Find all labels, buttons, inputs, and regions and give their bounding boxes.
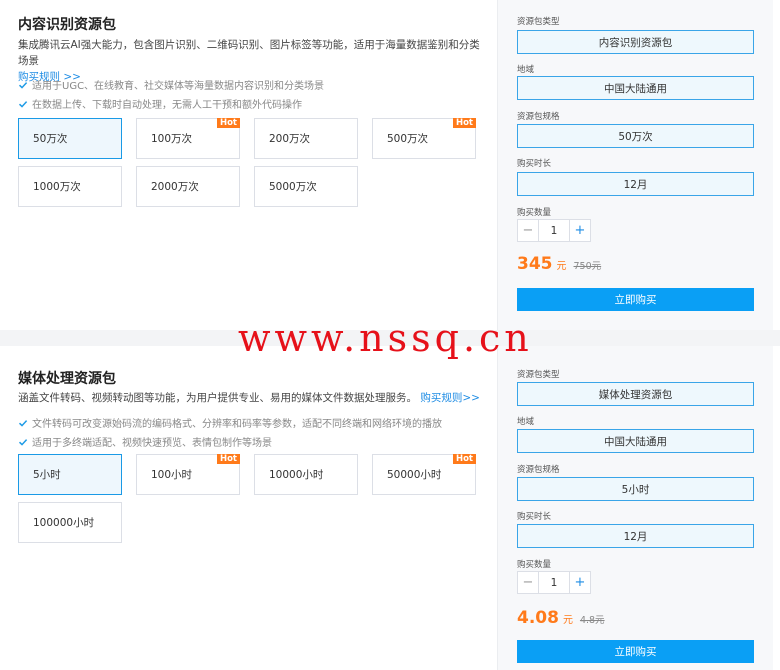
quantity-value[interactable]: 1 [539,220,569,241]
quantity-label: 购买数量 [517,560,552,570]
decrement-button[interactable]: − [518,220,539,241]
duration-label: 购买时长 [517,159,552,169]
spec-option[interactable]: 1000万次 [18,166,122,207]
package-info: 内容识别资源包 集成腾讯云AI强大能力，包含图片识别、二维码识别、图片标签等功能… [0,0,497,330]
original-price: 750元 [573,261,602,272]
quantity-stepper: − 1 + [517,571,591,594]
duration-label: 购买时长 [517,512,552,522]
original-price: 4.8元 [579,615,605,626]
spec-option[interactable]: 10000小时 [254,454,358,495]
region-label: 地域 [517,417,535,427]
price-value: 4.08 [517,608,559,628]
purchase-panel: 资源包类型 内容识别资源包 地域 中国大陆通用 资源包规格 50万次 购买时长 … [497,0,773,330]
purchase-panel: 资源包类型 媒体处理资源包 地域 中国大陆通用 资源包规格 5小时 购买时长 1… [497,346,773,670]
quantity-label: 购买数量 [517,208,552,218]
check-icon [18,419,28,427]
feature-item: 文件转码可改变源始码流的编码格式、分辨率和码率等参数，适配不同终端和网络环境的播… [18,415,442,430]
package-title: 媒体处理资源包 [18,371,116,387]
price-unit: 元 [556,261,567,272]
quantity-value[interactable]: 1 [539,572,569,593]
type-label: 资源包类型 [517,17,560,27]
package-content-recognition: 内容识别资源包 集成腾讯云AI强大能力，包含图片识别、二维码识别、图片标签等功能… [0,0,780,330]
spec-option[interactable]: 50000小时 Hot [372,454,476,495]
spec-label: 资源包规格 [517,465,560,475]
spec-select[interactable]: 50万次 [517,124,754,148]
spec-option[interactable]: 5000万次 [254,166,358,207]
spec-option[interactable]: 50万次 [18,118,122,159]
increment-button[interactable]: + [569,572,590,593]
watermark: www.nssq.cn [238,316,533,360]
spec-label: 资源包规格 [517,112,560,122]
quantity-stepper: − 1 + [517,219,591,242]
spec-option[interactable]: 100小时 Hot [136,454,240,495]
spec-option[interactable]: 100000小时 [18,502,122,543]
check-icon [18,81,28,89]
duration-select[interactable]: 12月 [517,172,754,196]
hot-badge: Hot [216,118,240,128]
price-value: 345 [517,254,553,274]
hot-badge: Hot [216,454,240,464]
purchase-rules-link[interactable]: 购买规则>> [420,392,480,404]
increment-button[interactable]: + [569,220,590,241]
buy-now-button[interactable]: 立即购买 [517,640,754,663]
region-select[interactable]: 中国大陆通用 [517,429,754,453]
feature-item: 在数据上传、下载时自动处理，无需人工干预和额外代码操作 [18,96,302,111]
spec-select[interactable]: 5小时 [517,477,754,501]
spec-option[interactable]: 200万次 [254,118,358,159]
price-row: 345 元 750元 [517,254,601,274]
spec-option[interactable]: 500万次 Hot [372,118,476,159]
type-select[interactable]: 媒体处理资源包 [517,382,754,406]
spec-option[interactable]: 2000万次 [136,166,240,207]
region-select[interactable]: 中国大陆通用 [517,76,754,100]
type-select[interactable]: 内容识别资源包 [517,30,754,54]
spec-option[interactable]: 5小时 [18,454,122,495]
duration-select[interactable]: 12月 [517,524,754,548]
hot-badge: Hot [452,118,476,128]
decrement-button[interactable]: − [518,572,539,593]
price-unit: 元 [562,615,573,626]
buy-now-button[interactable]: 立即购买 [517,288,754,311]
feature-item: 适用于多终端适配、视频快速预览、表情包制作等场景 [18,434,272,449]
package-description: 涵盖文件转码、视频转动图等功能，为用户提供专业、易用的媒体文件数据处理服务。 购… [18,392,480,404]
feature-item: 适用于UGC、在线教育、社交媒体等海量数据内容识别和分类场景 [18,77,324,92]
package-media-processing: 媒体处理资源包 涵盖文件转码、视频转动图等功能，为用户提供专业、易用的媒体文件数… [0,346,780,670]
price-row: 4.08 元 4.8元 [517,608,605,628]
type-label: 资源包类型 [517,370,560,380]
check-icon [18,438,28,446]
hot-badge: Hot [452,454,476,464]
check-icon [18,100,28,108]
region-label: 地域 [517,65,535,75]
package-info: 媒体处理资源包 涵盖文件转码、视频转动图等功能，为用户提供专业、易用的媒体文件数… [0,346,497,670]
package-title: 内容识别资源包 [18,17,116,33]
spec-option[interactable]: 100万次 Hot [136,118,240,159]
